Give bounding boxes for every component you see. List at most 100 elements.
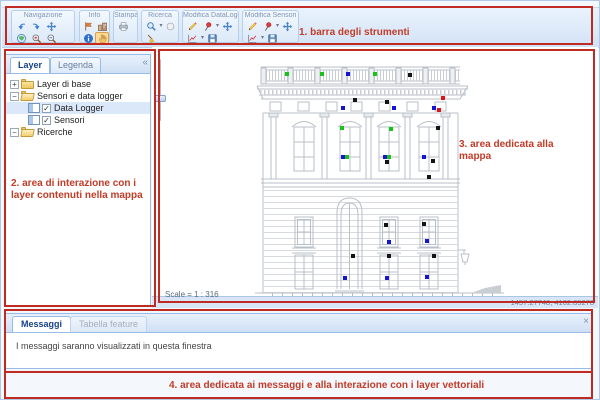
circle-select-button[interactable] (164, 20, 178, 32)
sensor-marker-blue[interactable] (343, 276, 347, 280)
previous-extent-icon (16, 21, 27, 32)
next-extent-button[interactable] (29, 20, 44, 32)
sensor-marker-black[interactable] (427, 175, 431, 179)
pin-dropdown-icon[interactable]: ▾ (216, 23, 219, 29)
previous-extent-button[interactable] (14, 20, 29, 32)
collapse-minus-icon[interactable] (10, 127, 19, 137)
folder-closed-icon (21, 79, 34, 89)
print-icon (118, 21, 129, 32)
sensor-marker-green[interactable] (373, 72, 377, 76)
circle-icon (165, 21, 176, 32)
tree-node-sensori[interactable]: Sensori (6, 114, 150, 126)
messages-panel: Messaggi Tabella feature × I messaggi sa… (5, 313, 593, 369)
sensor-marker-black[interactable] (387, 254, 391, 258)
sensor-marker-blue[interactable] (346, 72, 350, 76)
pan-button[interactable] (44, 20, 59, 32)
layer-icon (28, 103, 40, 113)
pushpin-icon (202, 21, 213, 32)
tab-layer[interactable]: Layer (10, 57, 51, 73)
toolbar-group-navigazione: Navigazione (11, 10, 75, 43)
sensor-marker-black[interactable] (385, 100, 389, 104)
sensor-marker-green[interactable] (285, 72, 289, 76)
tree-node-ricerche[interactable]: Ricerche (6, 126, 150, 138)
sensor-marker-black[interactable] (353, 98, 357, 102)
toolbar-group-info: Info (79, 10, 110, 44)
broom-icon (146, 33, 157, 44)
sensor-marker-green[interactable] (320, 72, 324, 76)
sensor-marker-blue[interactable] (341, 106, 345, 110)
info-button[interactable] (82, 32, 95, 44)
toolbar-group-stampa: Stampa (113, 10, 138, 43)
sensor-chart-button[interactable] (245, 32, 260, 44)
layer-checkbox[interactable] (42, 103, 51, 113)
sensor-marker-green[interactable] (387, 155, 391, 159)
tree-node-layer-di-base[interactable]: Layer di base (6, 78, 150, 90)
clear-selection-button[interactable] (144, 32, 159, 44)
tree-node-data-logger[interactable]: Data Logger (6, 102, 150, 114)
save-datalogger-button[interactable] (205, 32, 220, 44)
collapse-panel-icon[interactable]: « (142, 57, 148, 69)
buildings-icon (97, 21, 108, 32)
move-datalogger-button[interactable] (220, 20, 235, 32)
sensor-marker-black[interactable] (408, 73, 412, 77)
slider-handle[interactable] (154, 95, 166, 102)
add-sensor-pin-button[interactable] (260, 20, 275, 32)
zoom-out-icon (46, 33, 57, 44)
map-area[interactable]: Scale = 1 : 316 1457.27748, 4102.85278 (152, 47, 598, 308)
edit-datalogger-button[interactable] (185, 20, 200, 32)
sensor-marker-blue[interactable] (385, 276, 389, 280)
expand-plus-icon[interactable] (10, 79, 19, 89)
messages-panel-tabstrip: Messaggi Tabella feature × (6, 314, 592, 333)
sensor-marker-green[interactable] (389, 127, 393, 131)
sensor-marker-black[interactable] (351, 254, 355, 258)
edit-sensor-button[interactable] (245, 20, 260, 32)
sensor-marker-blue[interactable] (387, 240, 391, 244)
sensor-marker-black[interactable] (385, 160, 389, 164)
flag-tool-button[interactable] (82, 20, 96, 32)
collapse-minus-icon[interactable] (10, 91, 19, 101)
move-sensor-button[interactable] (280, 20, 295, 32)
sensor-marker-green[interactable] (345, 155, 349, 159)
toolbar-group-label: Ricerca (148, 12, 172, 19)
sensor-marker-blue[interactable] (425, 275, 429, 279)
sensor-marker-black[interactable] (431, 159, 435, 163)
sensor-marker-blue[interactable] (422, 155, 426, 159)
sensor-marker-green[interactable] (340, 126, 344, 130)
pin-dropdown-icon[interactable]: ▾ (276, 23, 279, 29)
chart-dropdown-icon[interactable]: ▾ (201, 35, 204, 41)
tab-tabella-feature[interactable]: Tabella feature (70, 316, 148, 332)
map-zoom-slider[interactable] (154, 59, 166, 121)
add-datalogger-pin-button[interactable] (200, 20, 215, 32)
full-extent-button[interactable] (14, 32, 29, 44)
sensor-marker-blue[interactable] (392, 106, 396, 110)
print-button[interactable] (116, 20, 131, 32)
save-sensor-button[interactable] (265, 32, 280, 44)
toolbar-group-modifica-datalogger: Modifica DataLogg ▾ ▾ (182, 10, 239, 43)
sensor-marker-red[interactable] (437, 108, 441, 112)
datalogger-chart-button[interactable] (185, 32, 200, 44)
layer-icon (28, 115, 40, 125)
annotation-divider-line (4, 371, 593, 373)
buildings-tool-button[interactable] (96, 20, 110, 32)
search-dropdown-icon[interactable]: ▾ (159, 23, 162, 29)
save-icon (267, 33, 278, 44)
tree-node-sensori-e-datalogger[interactable]: Sensori e data logger (6, 90, 150, 102)
chart-dropdown-icon[interactable]: ▾ (261, 35, 264, 41)
sensor-marker-blue[interactable] (432, 106, 436, 110)
sensor-marker-red[interactable] (441, 96, 445, 100)
sensor-marker-black[interactable] (384, 223, 388, 227)
sensor-marker-blue[interactable] (425, 239, 429, 243)
sensor-marker-black[interactable] (432, 254, 436, 258)
map-coordinates: 1457.27748, 4102.85278 (510, 298, 594, 307)
tab-legenda[interactable]: Legenda (50, 57, 102, 73)
sensor-marker-black[interactable] (436, 126, 440, 130)
zoom-out-button[interactable] (44, 32, 59, 44)
zoom-in-button[interactable] (29, 32, 44, 44)
messages-placeholder-text: I messaggi saranno visualizzati in quest… (16, 341, 212, 351)
identify-hand-button[interactable] (95, 32, 109, 44)
close-icon[interactable]: × (583, 316, 589, 328)
layer-checkbox[interactable] (42, 115, 51, 125)
sensor-marker-black[interactable] (422, 222, 426, 226)
tab-messaggi[interactable]: Messaggi (12, 316, 72, 332)
search-button[interactable] (144, 20, 158, 32)
